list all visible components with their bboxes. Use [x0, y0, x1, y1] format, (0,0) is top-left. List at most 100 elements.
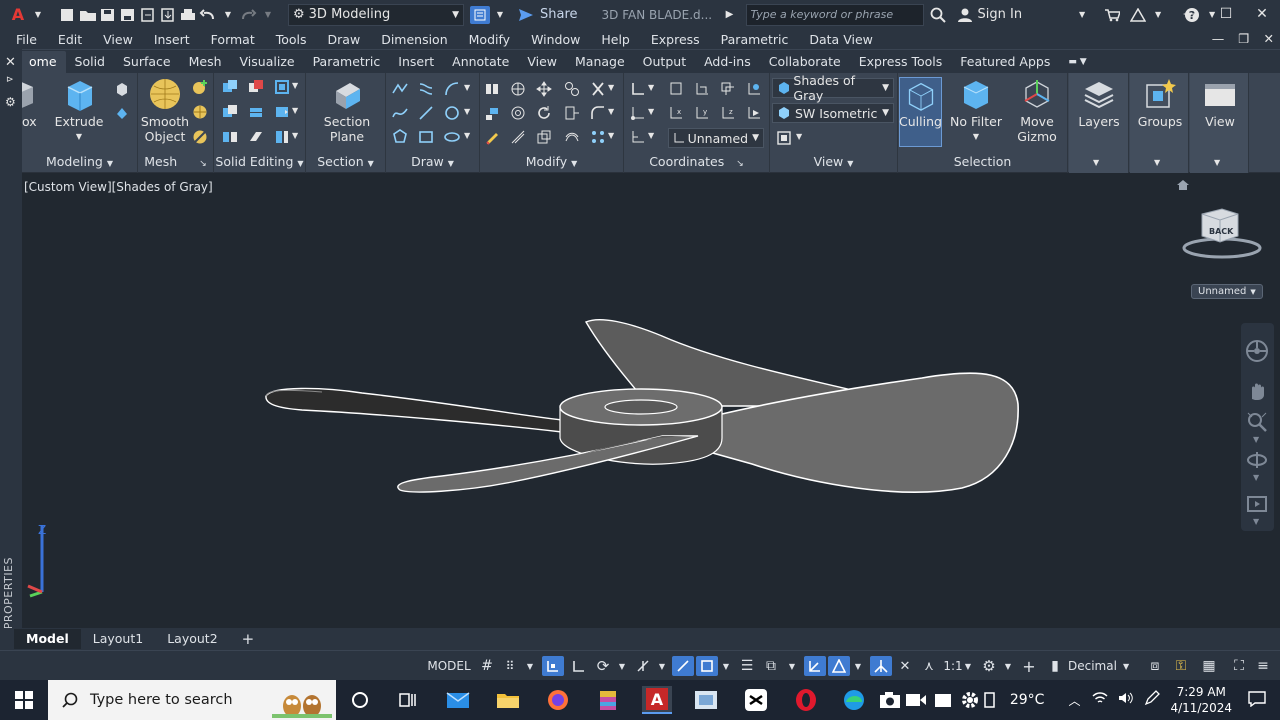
viewport-config-icon[interactable] [776, 130, 792, 146]
tab-mesh[interactable]: Mesh [180, 51, 231, 73]
tab-add-ins[interactable]: Add-ins [695, 51, 760, 73]
chevron-down-icon[interactable]: ▼ [1002, 656, 1014, 676]
units-icon[interactable]: ▮ [1044, 656, 1066, 676]
groups-button[interactable]: Groups [1136, 77, 1184, 129]
save-icon[interactable] [98, 4, 118, 26]
chevron-down-icon[interactable]: ▼ [656, 656, 668, 676]
presspull-icon[interactable] [114, 81, 130, 97]
capcut-icon[interactable] [742, 686, 770, 714]
tab-layout2[interactable]: Layout2 [155, 629, 229, 649]
annotation-visibility-icon[interactable]: ✕ [894, 656, 916, 676]
mesh-refine-icon[interactable] [192, 104, 208, 120]
chevron-down-icon[interactable]: ▼ [962, 656, 974, 676]
box-button[interactable]: Box [22, 77, 42, 129]
ortho-icon[interactable]: ⟳ [592, 656, 614, 676]
windows-start-icon[interactable] [0, 680, 48, 720]
auto-scale-icon[interactable]: ⋏ [918, 656, 940, 676]
smooth-object-button[interactable]: Smooth Object [140, 77, 190, 144]
menu-tools[interactable]: Tools [276, 32, 317, 47]
offset-icon[interactable] [564, 129, 580, 145]
align-icon[interactable] [510, 129, 526, 145]
panel-title-draw[interactable]: Draw ▼ [386, 153, 479, 171]
chevron-down-icon[interactable]: ▼ [796, 132, 802, 141]
open-web-icon[interactable] [138, 4, 158, 26]
customize-menu-icon[interactable]: ≡ [1252, 656, 1274, 676]
plot-icon[interactable] [178, 4, 198, 26]
helix-icon[interactable] [418, 81, 434, 97]
tab-collaborate[interactable]: Collaborate [760, 51, 850, 73]
app-chevron-icon[interactable]: ▼ [1148, 4, 1168, 26]
autocad-logo-icon[interactable]: A [8, 4, 28, 26]
tab-annotate[interactable]: Annotate [443, 51, 518, 73]
tab-featured-apps[interactable]: Featured Apps [951, 51, 1059, 73]
undo-chevron-icon[interactable]: ▼ [218, 4, 238, 26]
tab-express-tools[interactable]: Express Tools [850, 51, 952, 73]
chevron-down-icon[interactable]: ▼ [292, 131, 298, 140]
new-file-icon[interactable] [58, 4, 78, 26]
chevron-down-icon[interactable]: ▼ [648, 83, 654, 92]
panel-title-solid-editing[interactable]: Solid Editing ▼ [214, 153, 305, 171]
chevron-down-icon[interactable]: ▼ [786, 656, 798, 676]
chevron-down-icon[interactable]: ▼ [1253, 517, 1259, 526]
scale-icon[interactable] [536, 129, 552, 145]
panel-title-modeling[interactable]: Modeling ▼ [22, 153, 137, 171]
ucs-face-icon[interactable] [720, 81, 736, 97]
3d-align-icon[interactable] [484, 105, 500, 121]
no-filter-button[interactable]: No Filter ▼ [950, 77, 1002, 144]
firefox-icon[interactable] [544, 686, 572, 714]
extract-edges-icon[interactable] [274, 129, 290, 145]
grid-icon[interactable]: # [478, 656, 496, 676]
dynamic-ucs-icon[interactable] [828, 656, 850, 676]
wifi-icon[interactable] [1092, 691, 1108, 709]
trim-icon[interactable] [590, 81, 606, 97]
fillet-edge-icon[interactable] [248, 129, 264, 145]
ucs-x-icon[interactable]: x [668, 105, 684, 121]
cortana-icon[interactable] [346, 686, 374, 714]
ucs-icon[interactable] [630, 81, 646, 97]
array-icon[interactable] [590, 129, 606, 145]
viewcube[interactable]: BACK [1180, 202, 1268, 266]
keyword-search-input[interactable]: Type a keyword or phrase [745, 3, 924, 26]
chevron-down-icon[interactable]: ▼ [1253, 473, 1259, 482]
menu-modify[interactable]: Modify [469, 32, 520, 47]
properties-palette-label[interactable]: PROPERTIES [2, 557, 15, 629]
lineweight-icon[interactable]: ☰ [736, 656, 758, 676]
workspace-switch-gear-icon[interactable]: ⚙ [978, 656, 1000, 676]
move-gizmo-button[interactable]: Move Gizmo [1012, 77, 1062, 144]
annotation-monitor-icon[interactable]: + [1018, 656, 1040, 676]
archive-app-icon[interactable] [594, 686, 622, 714]
menu-express[interactable]: Express [651, 32, 710, 47]
culling-button[interactable]: Culling [899, 77, 942, 147]
chevron-down-icon[interactable]: ▼ [1253, 435, 1259, 444]
ucs-previous-icon[interactable] [694, 81, 710, 97]
task-view-icon[interactable] [394, 686, 422, 714]
polyline-icon[interactable] [392, 81, 408, 97]
ellipse-icon[interactable] [444, 129, 460, 145]
menu-format[interactable]: Format [211, 32, 265, 47]
close-icon[interactable]: ✕ [1244, 0, 1280, 29]
chevron-down-icon[interactable]: ▼ [608, 107, 614, 116]
close-palette-icon[interactable]: ✕ [5, 55, 16, 70]
menu-help[interactable]: Help [601, 32, 640, 47]
chevron-down-icon[interactable]: ▼ [852, 656, 864, 676]
spline-icon[interactable] [392, 105, 408, 121]
panel-layers[interactable]: Layers ▼ [1069, 73, 1129, 173]
slice-icon[interactable] [248, 104, 264, 120]
model-viewport[interactable]: [Custom View][Shades of Gray] Z [22, 174, 1280, 628]
app-menu-chevron-icon[interactable]: ▼ [28, 4, 48, 26]
separate-icon[interactable] [222, 129, 238, 145]
subtract-icon[interactable] [248, 79, 264, 95]
ucs-named-select[interactable]: Unnamed ▼ [668, 128, 764, 148]
menu-data-view[interactable]: Data View [809, 32, 882, 47]
interfere-icon[interactable] [222, 104, 238, 120]
taskbar-search-input[interactable]: Type here to search [48, 680, 336, 720]
notification-icon[interactable] [1248, 690, 1266, 710]
chevron-right-icon[interactable]: ▶ [720, 4, 740, 26]
chevron-down-icon[interactable]: ▼ [292, 81, 298, 90]
move-icon[interactable] [536, 81, 552, 97]
menu-parametric[interactable]: Parametric [721, 32, 799, 47]
erase-icon[interactable] [484, 129, 500, 145]
fan-blade-model[interactable] [22, 174, 1280, 628]
chevron-down-icon[interactable]: ▼ [524, 656, 536, 676]
shell-icon[interactable] [274, 104, 290, 120]
